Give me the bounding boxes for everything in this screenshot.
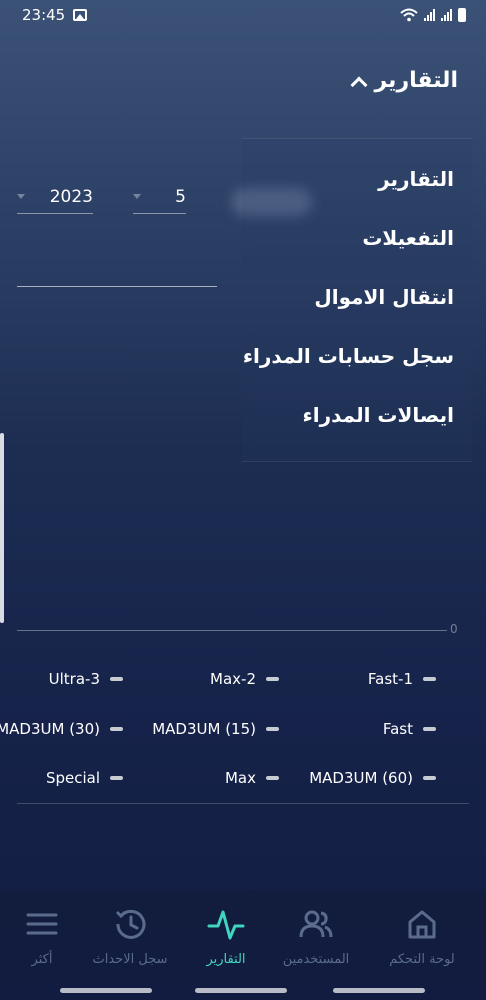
- nav-label: التقارير: [206, 952, 246, 967]
- system-nav-indicator: [195, 988, 287, 993]
- legend-label: Max: [224, 769, 256, 787]
- legend-label: Ultra-3: [48, 670, 100, 688]
- legend-label: Max-2: [210, 670, 256, 688]
- legend-swatch: [110, 727, 123, 731]
- menu-item-activations[interactable]: التفعيلات: [362, 226, 454, 250]
- legend-item[interactable]: Ultra-3: [49, 670, 123, 688]
- signal-icon: [441, 9, 452, 21]
- page-title: التقارير: [374, 68, 459, 93]
- divider: [17, 803, 469, 804]
- nav-label: سجل الاحداث: [92, 952, 168, 967]
- legend-label: MAD3UM (30): [0, 720, 100, 738]
- nav-label: أكثر: [31, 952, 53, 967]
- nav-users[interactable]: المستخدمين: [266, 890, 366, 982]
- legend-item[interactable]: Max: [225, 769, 279, 787]
- battery-icon: [458, 8, 466, 22]
- nav-label: المستخدمين: [282, 952, 350, 967]
- legend-swatch: [110, 677, 123, 681]
- caret-down-icon: [17, 194, 25, 199]
- legend-label: Fast: [382, 720, 413, 738]
- nav-label: لوحة التحكم: [389, 952, 455, 967]
- chart-axis: [17, 630, 447, 631]
- chevron-up-icon: [350, 76, 367, 93]
- year-value: 2023: [49, 186, 93, 207]
- legend-swatch: [423, 677, 436, 681]
- image-icon: [73, 9, 88, 21]
- legend-label: MAD3UM (60): [309, 769, 413, 787]
- legend-item[interactable]: Max-2: [210, 670, 279, 688]
- menu-item-managers-receipts[interactable]: ايصالات المدراء: [303, 403, 454, 427]
- legend-label: Special: [45, 769, 100, 787]
- users-icon: [299, 910, 333, 938]
- legend-swatch: [423, 727, 436, 731]
- legend-item[interactable]: Fast-1: [368, 670, 436, 688]
- legend-label: Fast-1: [367, 670, 413, 688]
- menu-item-reports[interactable]: التقارير: [378, 167, 454, 191]
- legend-swatch: [266, 727, 279, 731]
- legend-item[interactable]: Fast: [383, 720, 436, 738]
- menu-item-money-transfer[interactable]: انتقال الاموال: [314, 285, 454, 309]
- caret-down-icon: [133, 194, 141, 199]
- legend-label: MAD3UM (15): [152, 720, 256, 738]
- history-icon: [115, 909, 146, 939]
- nav-more[interactable]: أكثر: [0, 890, 92, 982]
- menu-item-managers-accounts-log[interactable]: سجل حسابات المدراء: [243, 344, 454, 368]
- reports-dropdown-menu: التقارير التفعيلات انتقال الاموال سجل حس…: [242, 138, 472, 462]
- nav-reports[interactable]: التقارير: [176, 890, 276, 982]
- signal-icon: [424, 9, 435, 21]
- legend-swatch: [266, 776, 279, 780]
- home-icon: [408, 910, 436, 939]
- bottom-nav: لوحة التحكم المستخدمين التقارير سجل الاح…: [0, 890, 486, 982]
- year-select[interactable]: 2023: [17, 180, 93, 214]
- legend-item[interactable]: Special: [46, 769, 123, 787]
- drawer-handle[interactable]: [0, 433, 4, 623]
- legend-item[interactable]: MAD3UM (30): [0, 720, 123, 738]
- legend-swatch: [110, 776, 123, 780]
- axis-zero-label: 0: [450, 622, 458, 636]
- nav-dashboard[interactable]: لوحة التحكم: [372, 890, 472, 982]
- system-nav-indicator: [333, 988, 425, 993]
- legend-swatch: [423, 776, 436, 780]
- legend-item[interactable]: MAD3UM (60): [309, 769, 436, 787]
- status-time: 23:45: [22, 6, 66, 24]
- system-nav-indicator: [60, 988, 152, 993]
- legend-swatch: [266, 677, 279, 681]
- menu-icon: [26, 913, 58, 935]
- reports-menu-toggle[interactable]: التقارير: [350, 68, 459, 93]
- status-bar: 23:45: [0, 0, 486, 30]
- nav-event-log[interactable]: سجل الاحداث: [80, 890, 180, 982]
- activity-icon: [207, 910, 245, 940]
- text-field-underline[interactable]: [17, 286, 217, 287]
- legend-item[interactable]: MAD3UM (15): [152, 720, 279, 738]
- month-value: 5: [175, 186, 186, 207]
- wifi-icon: [400, 8, 418, 22]
- month-select[interactable]: 5: [133, 180, 186, 214]
